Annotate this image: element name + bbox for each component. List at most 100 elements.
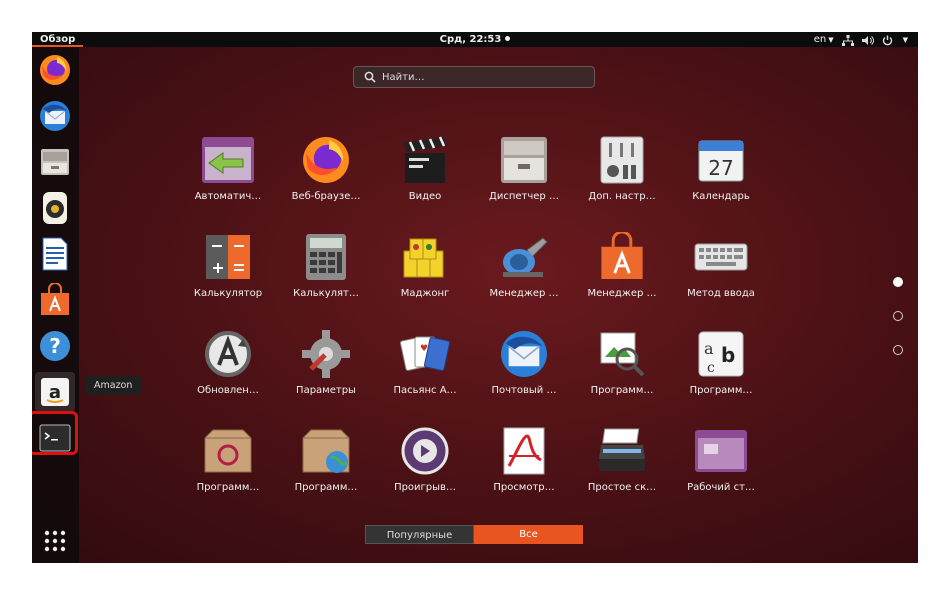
svg-text:c: c [707,360,715,376]
search-placeholder: Найти… [382,71,425,83]
firefox-icon [40,55,70,85]
app-software[interactable]: Менеджер … [577,230,667,299]
language-indicator[interactable]: en ▼ [814,32,834,48]
dock-help[interactable]: ? [35,326,75,366]
tab-all[interactable]: Все [474,525,583,544]
software-center-icon [41,283,69,315]
clock[interactable]: Срд, 22:53 [32,32,918,47]
app-label: Проигрыв… [394,482,456,493]
app-input-method[interactable]: Метод ввода [676,230,766,299]
app-font-viewer[interactable]: abc Программ… [676,327,766,396]
photo-magnifier-icon [600,332,645,377]
writer-icon [42,237,68,271]
app-label: Рабочий ст… [687,482,755,493]
dock-firefox[interactable] [35,50,75,90]
show-applications-button[interactable] [35,521,75,561]
app-label: Менеджер … [587,288,657,299]
startup-apps-icon [202,137,254,183]
app-startup-applications[interactable]: Автоматич… [183,133,273,202]
app-label: Просмотр… [493,482,555,493]
app-label: Программ… [590,385,654,396]
terminal-highlight-frame [32,411,78,455]
app-archive-manager[interactable]: Диспетчер … [479,133,569,202]
app-tweaks[interactable]: Доп. настр… [577,133,667,202]
search-input[interactable]: Найти… [353,66,595,88]
dock-files[interactable] [35,142,75,182]
clock-text: Срд, 22:53 [439,34,502,45]
dock-writer[interactable] [35,234,75,274]
scanner-icon [599,428,645,471]
app-document-viewer[interactable]: Просмотр… [479,424,569,493]
app-label: Маджонг [400,288,450,299]
app-calculator[interactable]: Калькулятор [183,230,273,299]
software-bag-icon [601,232,643,280]
document-viewer-icon [503,427,545,475]
app-view-switcher: Популярные Все [365,525,583,544]
app-label: Видео [408,191,442,202]
top-bar: Обзор Срд, 22:53 en ▼ ▼ [32,32,918,47]
help-icon: ? [40,331,70,361]
app-label: Программ… [196,482,260,493]
page-indicator-2[interactable] [893,311,903,321]
app-mahjongg[interactable]: Маджонг [380,230,470,299]
system-tray[interactable]: en ▼ ▼ [814,32,908,48]
notification-dot-icon [505,36,511,41]
app-package-globe[interactable]: Программ… [281,424,371,493]
firefox-icon [303,137,349,183]
debian-package-icon [204,429,252,473]
app-package-manager[interactable]: Менеджер … [479,230,569,299]
archive-manager-icon [501,137,547,183]
svg-text:a: a [704,339,714,358]
dock-rhythmbox[interactable] [35,188,75,228]
app-media-player[interactable]: Проигрыв… [380,424,470,493]
app-video[interactable]: Видео [380,133,470,202]
app-package-installer[interactable]: Программ… [183,424,273,493]
app-calculator-2[interactable]: Калькулят… [281,230,371,299]
dock: ? a [32,47,79,563]
calendar-icon: 27 [698,140,744,182]
app-label: Веб-браузе… [291,191,361,202]
app-label: Автоматич… [194,191,262,202]
volume-icon[interactable] [861,35,874,46]
desktop-sharing-icon [695,430,747,472]
app-label: Программ… [294,482,358,493]
app-label: Обновлен… [197,385,259,396]
thunderbird-icon [501,331,547,377]
dock-amazon[interactable]: a [35,372,75,412]
show-apps-icon [44,530,66,552]
keyboard-icon [694,243,748,271]
tab-popular[interactable]: Популярные [365,525,474,544]
chevron-down-icon: ▼ [828,36,834,44]
package-manager-icon [503,237,548,277]
app-settings[interactable]: Параметры [281,327,371,396]
dock-tooltip: Amazon [85,376,142,395]
calculator-gray-icon [306,234,346,280]
app-calendar[interactable]: 27 Календарь [676,133,766,202]
page-indicator-1[interactable] [893,277,903,287]
app-label: Параметры [296,385,356,396]
dock-thunderbird[interactable] [35,96,75,136]
app-label: Менеджер … [489,288,559,299]
app-label: Метод ввода [687,288,755,299]
chevron-down-icon[interactable]: ▼ [903,33,908,48]
app-label: Диспетчер … [489,191,559,202]
app-image-viewer[interactable]: Программ… [577,327,667,396]
app-solitaire[interactable]: ♥ Пасьянс А… [380,327,470,396]
fonts-icon: a bc [698,331,744,377]
app-web-browser[interactable]: Веб-браузе… [281,133,371,202]
app-software-updater[interactable]: Обновлен… [183,327,273,396]
app-label: Калькулятор [193,288,263,299]
app-desktop-sharing[interactable]: Рабочий ст… [676,424,766,493]
app-simple-scan[interactable]: Простое ск… [577,424,667,493]
svg-text:a: a [49,382,61,403]
solitaire-cards-icon: ♥ [399,336,451,371]
network-icon[interactable] [841,34,854,46]
video-clapper-icon [404,136,446,183]
calendar-day: 27 [708,156,733,180]
app-label: Программ… [689,385,753,396]
svg-text:b: b [721,343,735,367]
app-mail-client[interactable]: Почтовый … [479,327,569,396]
page-indicator-3[interactable] [893,345,903,355]
power-icon[interactable] [882,35,893,46]
dock-software[interactable] [35,280,75,320]
